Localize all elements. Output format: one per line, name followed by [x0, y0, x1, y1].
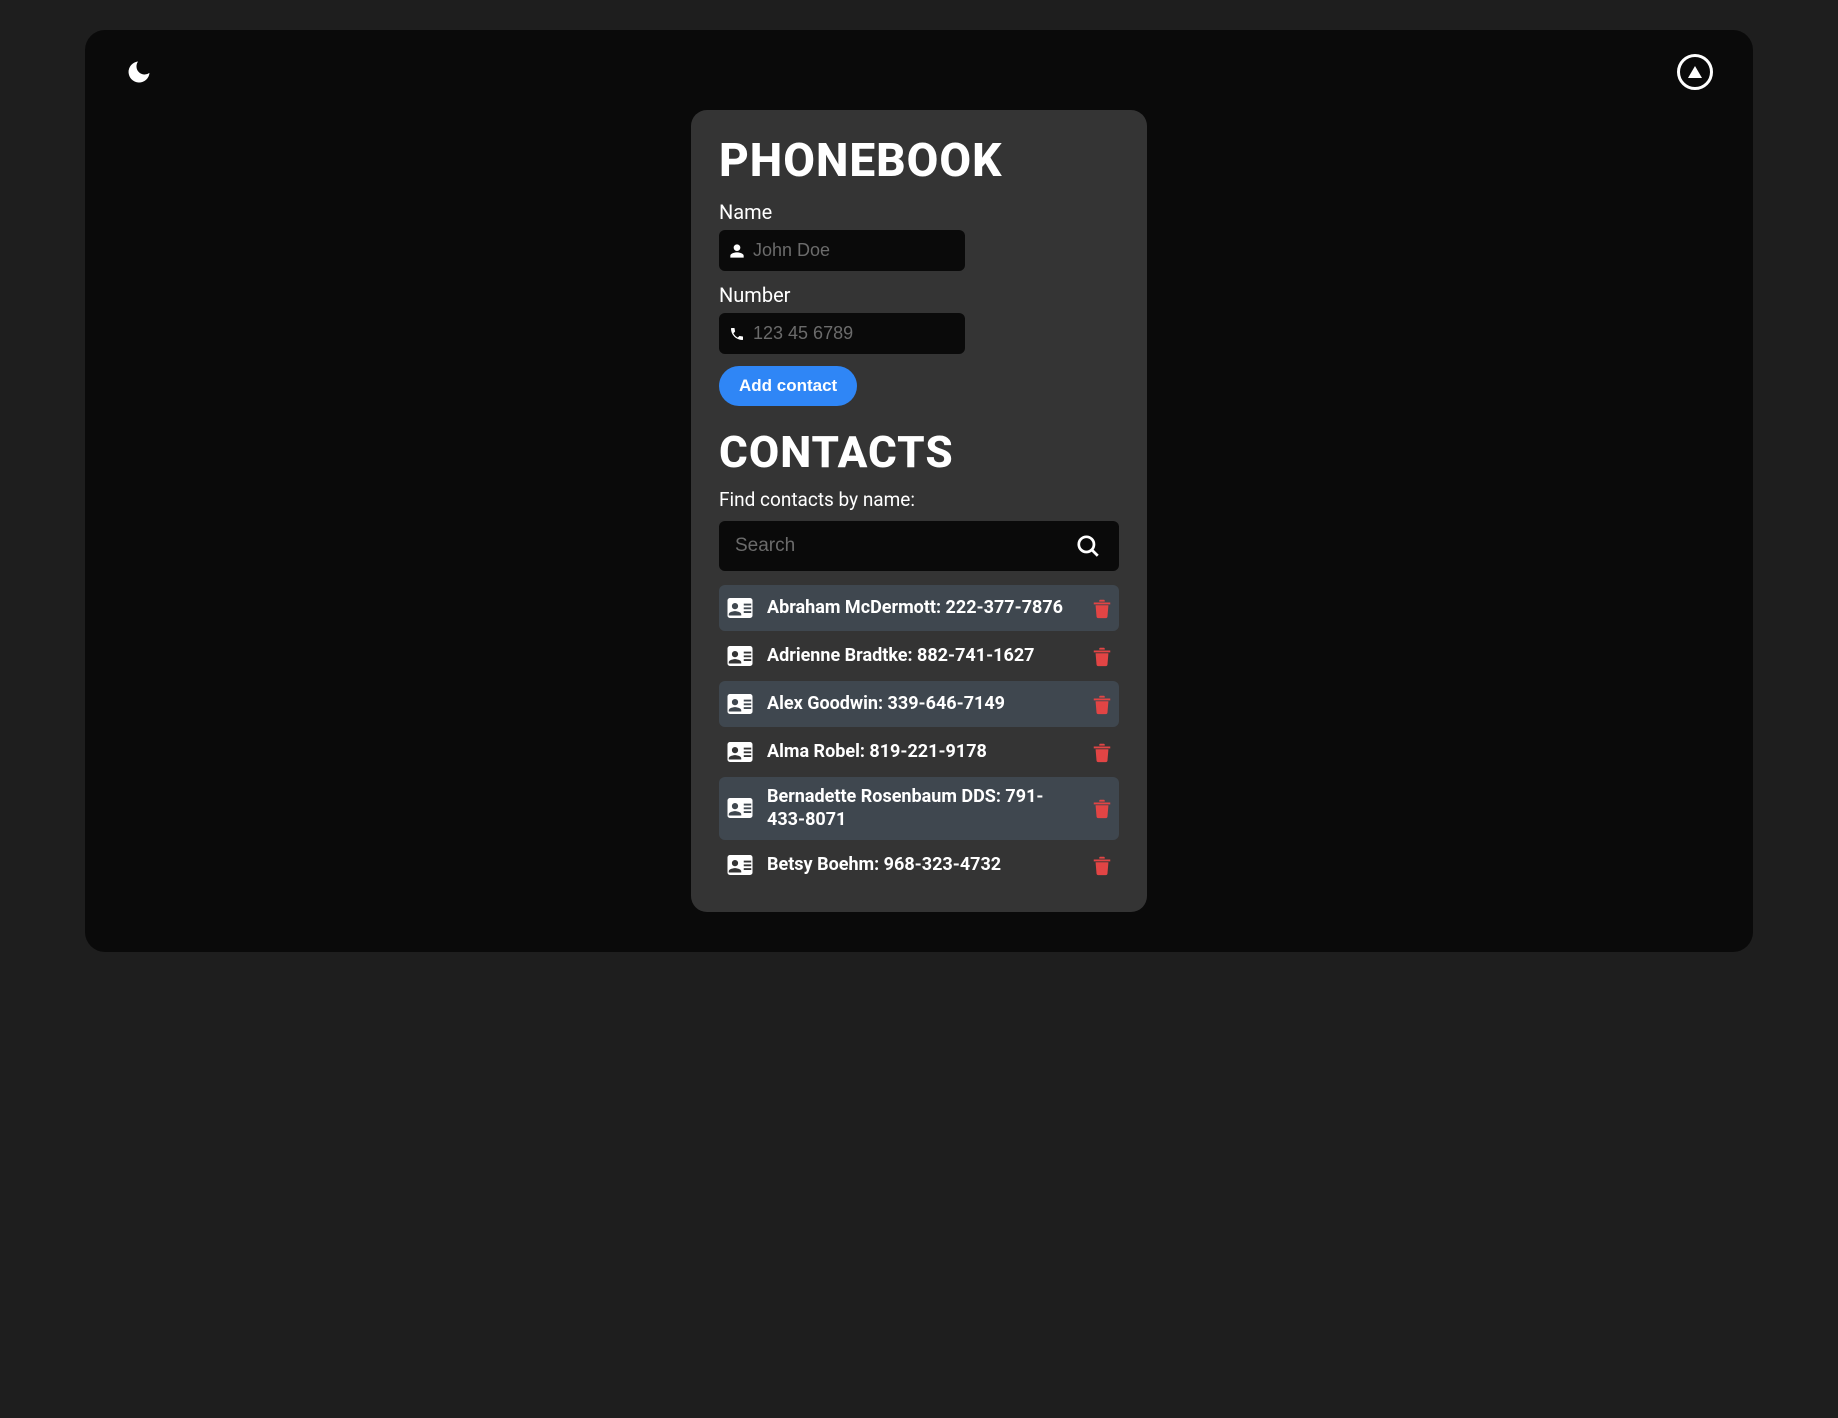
theme-toggle-button[interactable]: [125, 58, 153, 90]
contact-card-icon: [725, 850, 755, 880]
contact-row: Alma Robel: 819-221-9178: [719, 729, 1119, 775]
moon-icon: [125, 71, 153, 90]
contact-text: Alex Goodwin: 339-646-7149: [767, 692, 1079, 715]
contact-text: Alma Robel: 819-221-9178: [767, 740, 1079, 763]
search-icon: [1075, 533, 1101, 559]
triangle-up-icon: [1687, 65, 1703, 79]
add-contact-button[interactable]: Add contact: [719, 366, 857, 406]
contact-row: Alex Goodwin: 339-646-7149: [719, 681, 1119, 727]
delete-contact-button[interactable]: [1091, 854, 1113, 876]
delete-contact-button[interactable]: [1091, 693, 1113, 715]
name-input[interactable]: [719, 230, 965, 271]
contact-text: Abraham McDermott: 222-377-7876: [767, 596, 1079, 619]
contact-row: Bernadette Rosenbaum DDS: 791-433-8071: [719, 777, 1119, 840]
search-input[interactable]: [719, 521, 1119, 571]
contact-card-icon: [725, 641, 755, 671]
phonebook-panel: PHONEBOOK Name Number Add contact CONTAC…: [691, 110, 1147, 912]
contact-text: Bernadette Rosenbaum DDS: 791-433-8071: [767, 785, 1079, 832]
search-label: Find contacts by name:: [719, 488, 1119, 511]
number-input[interactable]: [719, 313, 965, 354]
contact-list: Abraham McDermott: 222-377-7876 Adrienne …: [719, 585, 1119, 888]
number-input-wrap: [719, 313, 965, 354]
contact-row: Adrienne Bradtke: 882-741-1627: [719, 633, 1119, 679]
collapse-toggle-button[interactable]: [1677, 54, 1713, 90]
delete-contact-button[interactable]: [1091, 741, 1113, 763]
phonebook-title: PHONEBOOK: [719, 134, 1119, 188]
contact-card-icon: [725, 737, 755, 767]
contact-card-icon: [725, 593, 755, 623]
contact-row: Betsy Boehm: 968-323-4732: [719, 842, 1119, 888]
contact-text: Betsy Boehm: 968-323-4732: [767, 853, 1079, 876]
phone-icon: [729, 326, 745, 342]
contact-row: Abraham McDermott: 222-377-7876: [719, 585, 1119, 631]
user-icon: [729, 243, 745, 259]
delete-contact-button[interactable]: [1091, 797, 1113, 819]
name-label: Name: [719, 200, 1119, 224]
delete-contact-button[interactable]: [1091, 645, 1113, 667]
app-container: PHONEBOOK Name Number Add contact CONTAC…: [85, 30, 1753, 952]
contact-card-icon: [725, 793, 755, 823]
contacts-title: CONTACTS: [719, 426, 1119, 478]
search-wrap: [719, 521, 1119, 571]
number-label: Number: [719, 283, 1119, 307]
delete-contact-button[interactable]: [1091, 597, 1113, 619]
name-input-wrap: [719, 230, 965, 271]
contact-text: Adrienne Bradtke: 882-741-1627: [767, 644, 1079, 667]
contact-card-icon: [725, 689, 755, 719]
